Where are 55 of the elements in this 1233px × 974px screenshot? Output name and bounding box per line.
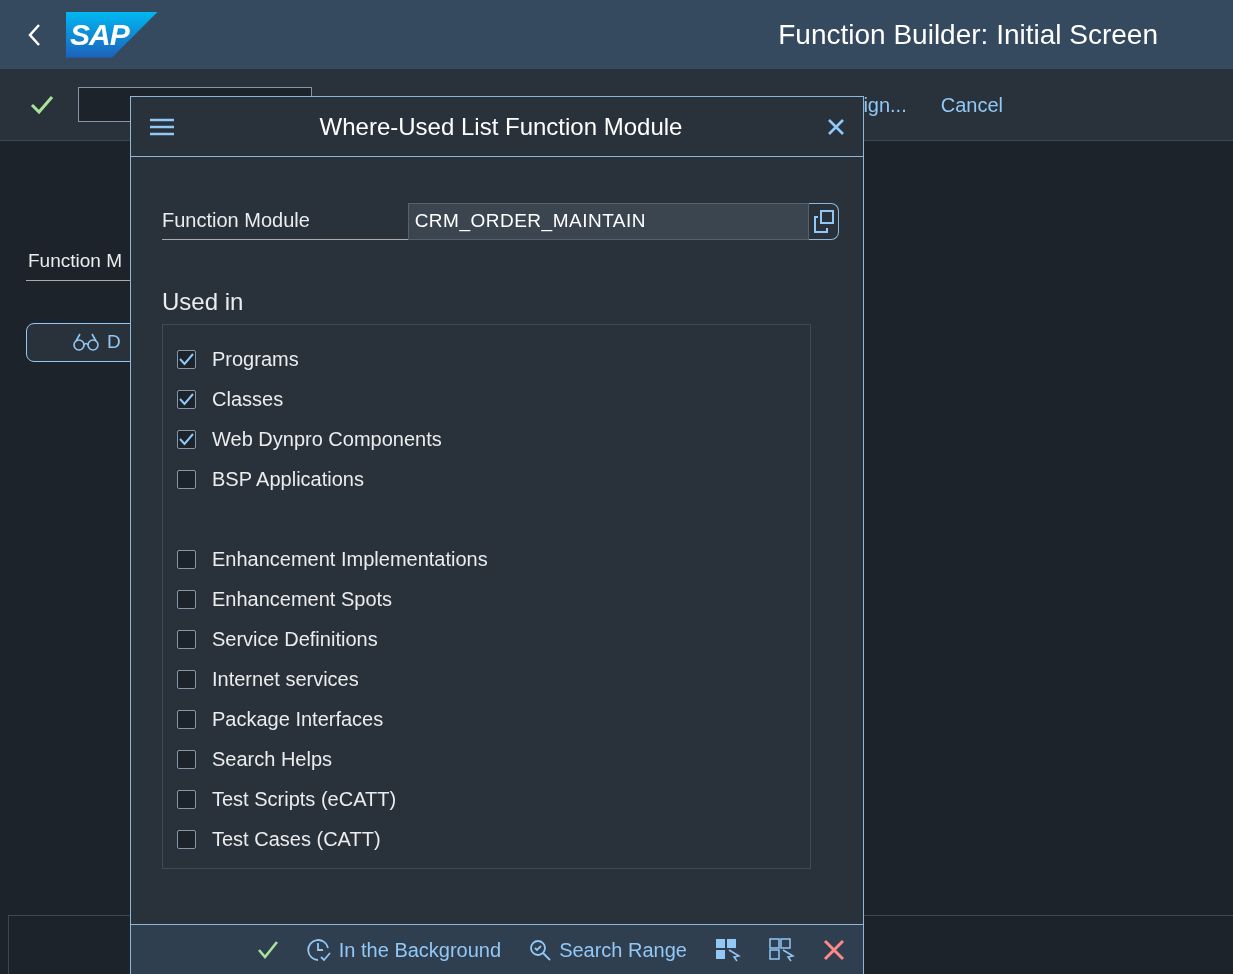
- clock-icon: [306, 938, 331, 962]
- back-icon: [28, 22, 42, 47]
- menu-button[interactable]: [149, 117, 175, 136]
- menu-icon: [149, 117, 175, 136]
- background-button[interactable]: In the Background: [306, 935, 502, 965]
- checkbox-label: Test Scripts (eCATT): [212, 787, 397, 812]
- checkbox-label: Enhancement Implementations: [212, 547, 488, 572]
- copy-icon: [811, 208, 836, 235]
- checkbox-label: Search Helps: [212, 747, 333, 772]
- section-title: Used in: [162, 287, 245, 317]
- check-icon: [256, 940, 279, 960]
- logo: SAP: [66, 11, 158, 58]
- checkbox[interactable]: [177, 829, 196, 849]
- checkbox-label: Classes: [212, 387, 284, 412]
- select-all-button[interactable]: [715, 938, 741, 962]
- glasses-icon: [73, 332, 99, 352]
- checkbox[interactable]: [177, 429, 196, 449]
- checkbox[interactable]: [177, 349, 196, 369]
- confirm-button[interactable]: [256, 940, 279, 960]
- value-help-button[interactable]: [809, 203, 839, 240]
- checkbox[interactable]: [177, 709, 196, 729]
- grid-icon: [769, 938, 795, 962]
- search-icon: [529, 939, 552, 961]
- search-range-button[interactable]: Search Range: [529, 935, 687, 965]
- page-title: Function Builder: Initial Screen: [778, 17, 1158, 52]
- checkbox-label: BSP Applications: [212, 467, 364, 492]
- confirm-button[interactable]: [30, 94, 54, 115]
- checkbox-label: Package Interfaces: [212, 707, 384, 732]
- toolbar-button[interactable]: ign...: [863, 89, 907, 120]
- deselect-all-button[interactable]: [769, 938, 795, 962]
- grid-icon: [715, 938, 741, 962]
- checkbox-label: Programs: [212, 347, 299, 372]
- checkbox-label: Web Dynpro Components: [212, 427, 442, 452]
- checkbox[interactable]: [177, 669, 196, 689]
- field-label: Function Module: [162, 205, 408, 240]
- checkbox-label: Test Cases (CATT): [212, 827, 381, 852]
- checkbox[interactable]: [177, 589, 196, 609]
- dialog-title: Where-Used List Function Module: [318, 111, 684, 142]
- check-icon: [30, 94, 54, 115]
- checkbox[interactable]: [177, 629, 196, 649]
- checkbox-label: Internet services: [212, 667, 359, 692]
- cancel-button[interactable]: [823, 939, 845, 961]
- input-field[interactable]: CRM_ORDER_MAINTAIN: [407, 203, 810, 240]
- checkbox[interactable]: [177, 789, 196, 809]
- close-icon: [823, 939, 845, 961]
- checkbox[interactable]: [177, 389, 196, 409]
- back-button[interactable]: [28, 22, 42, 47]
- checkbox-label: Service Definitions: [212, 627, 378, 652]
- checkbox[interactable]: [177, 549, 196, 569]
- close-icon: [827, 117, 845, 136]
- cancel-button[interactable]: Cancel: [940, 89, 1003, 120]
- checkbox[interactable]: [177, 749, 196, 769]
- checkbox-label: Enhancement Spots: [212, 587, 393, 612]
- checkbox[interactable]: [177, 469, 196, 489]
- close-button[interactable]: [827, 117, 845, 136]
